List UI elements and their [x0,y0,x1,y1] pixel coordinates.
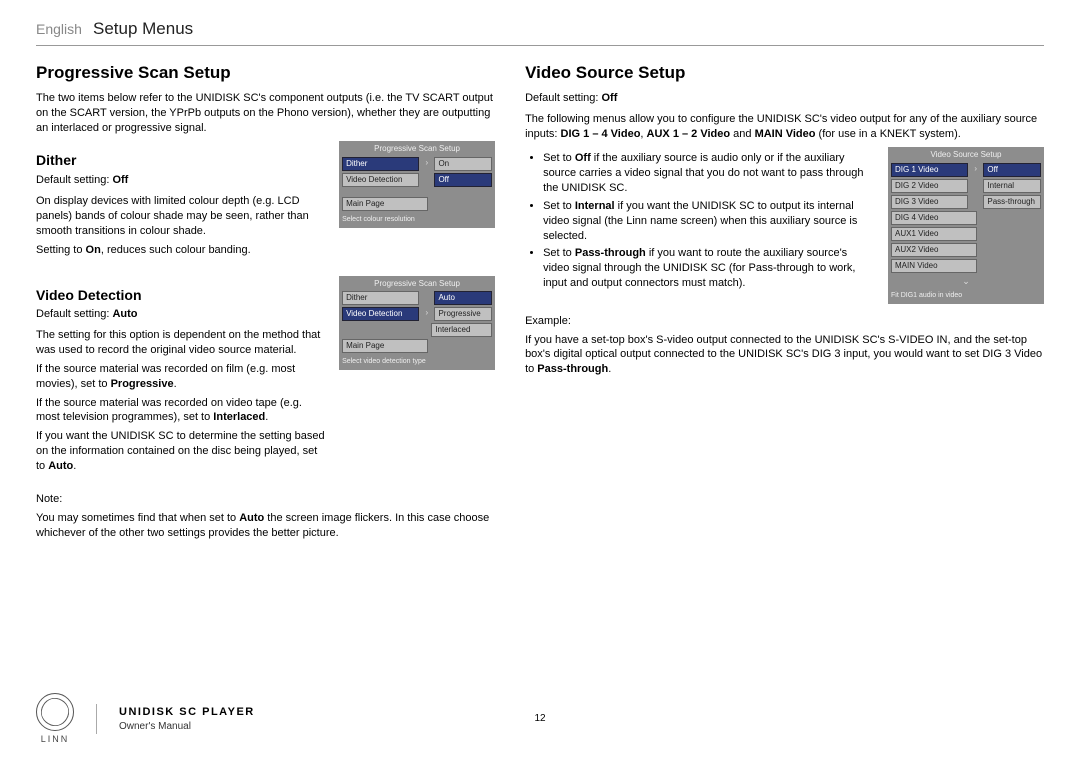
progressive-intro: The two items below refer to the UNIDISK… [36,91,495,136]
page-footer: LINN UNIDISK SC PLAYER Owner's Manual 12 [0,693,1080,745]
video-source-heading: Video Source Setup [525,62,1044,85]
dither-screenshot: Progressive Scan Setup Dither›On Video D… [339,141,495,227]
progressive-scan-heading: Progressive Scan Setup [36,62,495,85]
vs-bullets: Set to Off if the auxiliary source is au… [525,151,874,291]
video-source-screenshot: Video Source Setup DIG 1 Video›Off DIG 2… [888,147,1044,303]
language-label: English [36,21,82,37]
dither-heading: Dither [36,151,325,170]
vs-intro: The following menus allow you to configu… [525,112,1044,142]
manual-label: Owner's Manual [119,720,255,734]
linn-logo-icon [36,693,74,731]
note-label: Note: [36,492,495,507]
dither-default: Default setting: Off [36,173,325,188]
right-column: Video Source Setup Default setting: Off … [525,58,1044,544]
video-detection-heading: Video Detection [36,286,325,305]
dither-p2: Setting to On, reduces such colour bandi… [36,243,325,258]
page-header: English Setup Menus [36,18,1044,46]
example-label: Example: [525,314,1044,329]
vd-p1: The setting for this option is dependent… [36,328,325,358]
video-detection-screenshot: Progressive Scan Setup DitherAuto Video … [339,276,495,370]
vd-p4: If you want the UNIDISK SC to determine … [36,429,325,474]
page-title: Setup Menus [93,19,193,38]
vd-p3: If the source material was recorded on v… [36,396,325,426]
note-text: You may sometimes find that when set to … [36,511,495,541]
vd-default: Default setting: Auto [36,307,325,322]
chevron-down-icon: ⌄ [891,275,1041,287]
page-number: 12 [534,712,545,726]
product-name: UNIDISK SC PLAYER [119,705,255,720]
brand-name: LINN [36,733,74,745]
vs-default: Default setting: Off [525,91,1044,106]
example-text: If you have a set-top box's S-video outp… [525,333,1044,378]
vd-p2: If the source material was recorded on f… [36,362,325,392]
left-column: Progressive Scan Setup The two items bel… [36,58,495,544]
dither-p1: On display devices with limited colour d… [36,194,325,239]
